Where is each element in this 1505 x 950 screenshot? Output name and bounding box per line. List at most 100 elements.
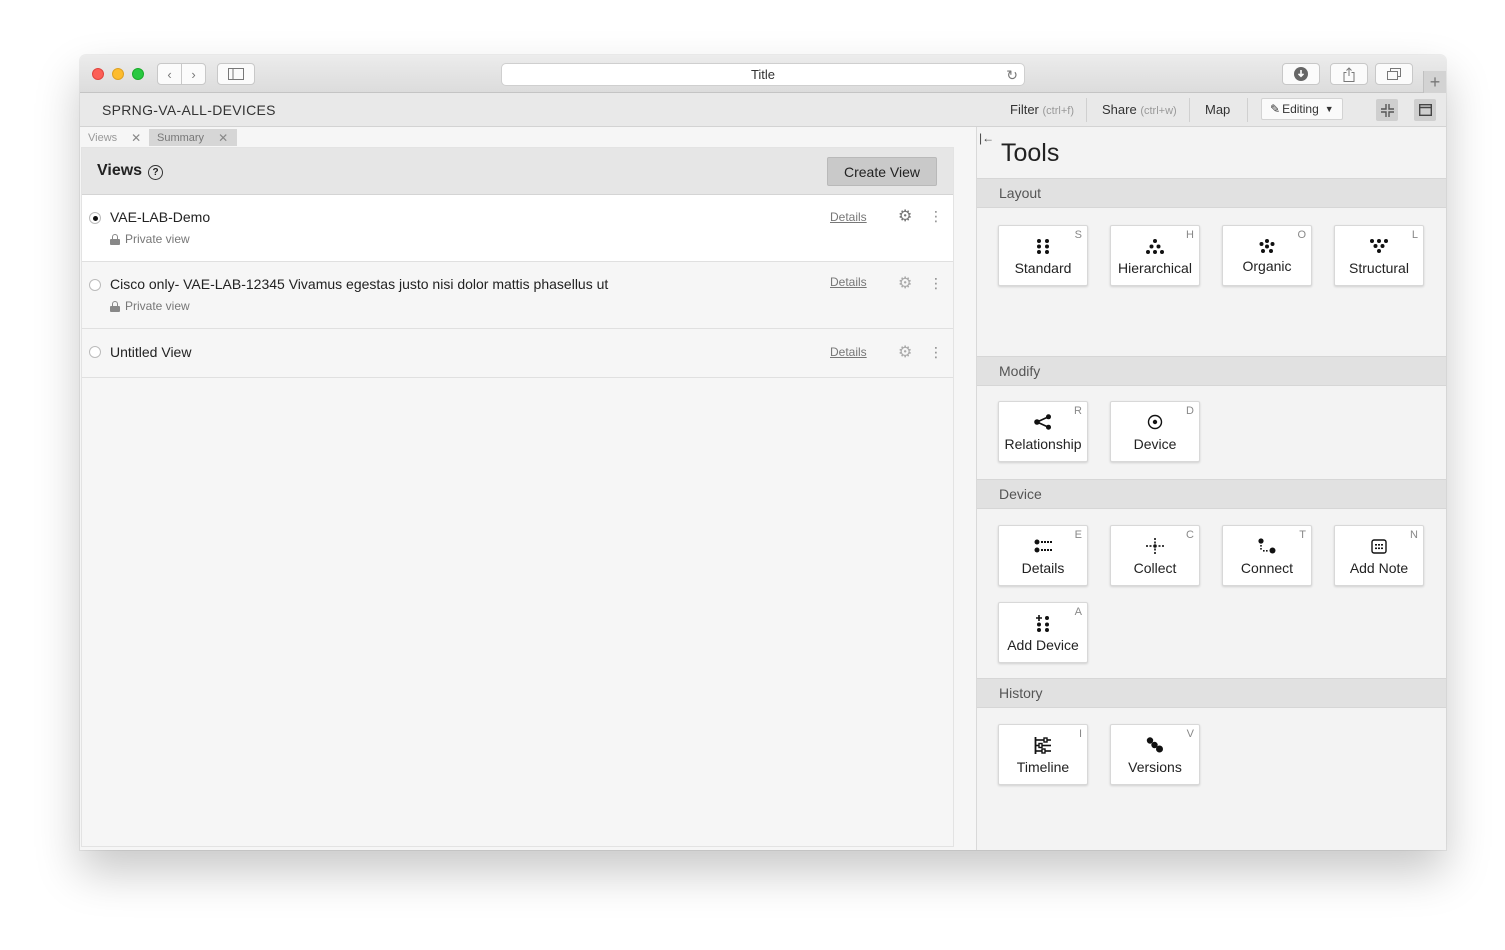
tab-label: Views — [88, 131, 118, 144]
more-vertical-icon[interactable]: ⋮ — [929, 209, 943, 223]
view-row[interactable]: Cisco only- VAE-LAB-12345 Vivamus egesta… — [82, 262, 953, 329]
details-link[interactable]: Details — [830, 345, 867, 359]
browser-share-button[interactable] — [1330, 63, 1368, 85]
view-radio[interactable] — [89, 279, 101, 291]
view-radio[interactable] — [89, 346, 101, 358]
close-window-button[interactable] — [92, 68, 104, 80]
tool-label: Organic — [1242, 258, 1292, 274]
tool-versions[interactable]: V Versions — [1110, 724, 1200, 785]
tab-views[interactable]: Views ✕ — [80, 129, 149, 146]
show-tabs-button[interactable] — [1375, 63, 1413, 85]
plus-icon: + — [1429, 71, 1441, 92]
tool-collect[interactable]: C Collect — [1110, 525, 1200, 586]
view-privacy: Private view — [110, 299, 190, 313]
minimize-window-button[interactable] — [112, 68, 124, 80]
view-name: Untitled View — [110, 344, 192, 360]
tab-summary[interactable]: Summary ✕ — [149, 129, 237, 146]
help-icon[interactable]: ? — [148, 165, 163, 180]
filter-shortcut: (ctrl+f) — [1042, 105, 1074, 117]
view-radio[interactable] — [89, 212, 101, 224]
map-button[interactable]: Map — [1205, 102, 1230, 117]
share-button[interactable]: Share (ctrl+w) — [1102, 102, 1177, 117]
standard-layout-icon — [999, 236, 1087, 256]
structural-layout-icon — [1335, 236, 1423, 256]
view-privacy: Private view — [110, 232, 190, 246]
section-history: History — [977, 678, 1446, 708]
tool-label: Device — [1133, 436, 1177, 452]
tool-hierarchical[interactable]: H Hierarchical — [1110, 225, 1200, 286]
downloads-button[interactable] — [1282, 63, 1320, 85]
tool-label: Timeline — [1016, 759, 1070, 775]
map-label: Map — [1205, 102, 1231, 117]
tool-standard[interactable]: S Standard — [998, 225, 1088, 286]
panel-layout-button[interactable] — [1414, 99, 1436, 121]
details-link[interactable]: Details — [830, 210, 867, 224]
browser-window: ‹ › Title ↻ + SPRNG-VA-ALL-DEVICES Filte… — [80, 55, 1446, 850]
view-row[interactable]: VAE-LAB-Demo Private view Details ⚙ ⋮ — [82, 195, 953, 262]
tool-relationship[interactable]: R Relationship — [998, 401, 1088, 462]
gear-icon[interactable]: ⚙ — [898, 206, 912, 226]
chevron-right-icon: › — [191, 66, 196, 82]
sidebar-icon — [228, 68, 244, 80]
collect-icon — [1111, 536, 1199, 556]
tool-label: Add Device — [1007, 637, 1079, 653]
app-header: SPRNG-VA-ALL-DEVICES Filter (ctrl+f) Sha… — [80, 93, 1446, 127]
pencil-icon: ✎ — [1270, 102, 1281, 116]
details-icon — [999, 536, 1087, 556]
address-bar[interactable]: Title ↻ — [501, 63, 1025, 86]
tabs-overview-icon — [1387, 68, 1401, 80]
tool-connect[interactable]: T Connect — [1222, 525, 1312, 586]
new-tab-button[interactable]: + — [1423, 71, 1446, 93]
share-label: Share — [1102, 102, 1137, 117]
details-link[interactable]: Details — [830, 275, 867, 289]
view-name: Cisco only- VAE-LAB-12345 Vivamus egesta… — [110, 276, 609, 292]
browser-toolbar: ‹ › Title ↻ + — [80, 55, 1446, 93]
collapse-panel-icon[interactable]: |← — [979, 131, 994, 145]
view-row[interactable]: Untitled View Details ⚙ ⋮ — [82, 329, 953, 378]
tool-device-modify[interactable]: D Device — [1110, 401, 1200, 462]
collapse-view-button[interactable] — [1376, 99, 1398, 121]
views-panel: Views ? Create View VAE-LAB-Demo Private… — [81, 147, 954, 847]
view-name: VAE-LAB-Demo — [110, 209, 211, 225]
connect-icon — [1223, 536, 1311, 556]
gear-icon[interactable]: ⚙ — [898, 342, 912, 362]
header-divider — [1086, 98, 1087, 122]
chevron-left-icon: ‹ — [167, 66, 172, 82]
forward-button[interactable]: › — [181, 63, 206, 85]
header-divider — [1247, 98, 1248, 122]
tool-timeline[interactable]: I Timeline — [998, 724, 1088, 785]
hierarchical-layout-icon — [1111, 236, 1199, 256]
tool-label: Collect — [1133, 560, 1177, 576]
address-title: Title — [750, 67, 776, 82]
device-target-icon — [1111, 412, 1199, 432]
reload-icon[interactable]: ↻ — [1006, 67, 1018, 84]
share-icon — [1343, 66, 1355, 82]
back-button[interactable]: ‹ — [157, 63, 182, 85]
filter-button[interactable]: Filter (ctrl+f) — [1010, 102, 1074, 117]
tool-structural[interactable]: L Structural — [1334, 225, 1424, 286]
tool-add-note[interactable]: N Add Note — [1334, 525, 1424, 586]
tool-details[interactable]: E Details — [998, 525, 1088, 586]
privacy-label: Private view — [125, 232, 190, 246]
share-shortcut: (ctrl+w) — [1140, 105, 1177, 117]
more-vertical-icon[interactable]: ⋮ — [929, 345, 943, 359]
close-tab-icon[interactable]: ✕ — [131, 131, 141, 145]
sidebar-toggle-button[interactable] — [217, 63, 255, 85]
filter-label: Filter — [1010, 102, 1039, 117]
more-vertical-icon[interactable]: ⋮ — [929, 276, 943, 290]
tool-add-device[interactable]: A Add Device — [998, 602, 1088, 663]
close-tab-icon[interactable]: ✕ — [218, 131, 228, 145]
tool-label: Add Note — [1349, 560, 1409, 576]
editing-mode-dropdown[interactable]: ✎ Editing ▼ — [1261, 98, 1343, 120]
gear-icon[interactable]: ⚙ — [898, 273, 912, 293]
tool-label: Hierarchical — [1118, 260, 1192, 276]
zoom-window-button[interactable] — [132, 68, 144, 80]
caret-down-icon: ▼ — [1324, 104, 1334, 114]
tool-label: Connect — [1240, 560, 1294, 576]
organic-layout-icon — [1223, 236, 1311, 256]
compress-icon — [1380, 103, 1394, 117]
create-view-button[interactable]: Create View — [827, 157, 937, 186]
tool-label: Versions — [1128, 759, 1182, 775]
tool-organic[interactable]: O Organic — [1222, 225, 1312, 286]
views-title: Views — [97, 162, 143, 179]
